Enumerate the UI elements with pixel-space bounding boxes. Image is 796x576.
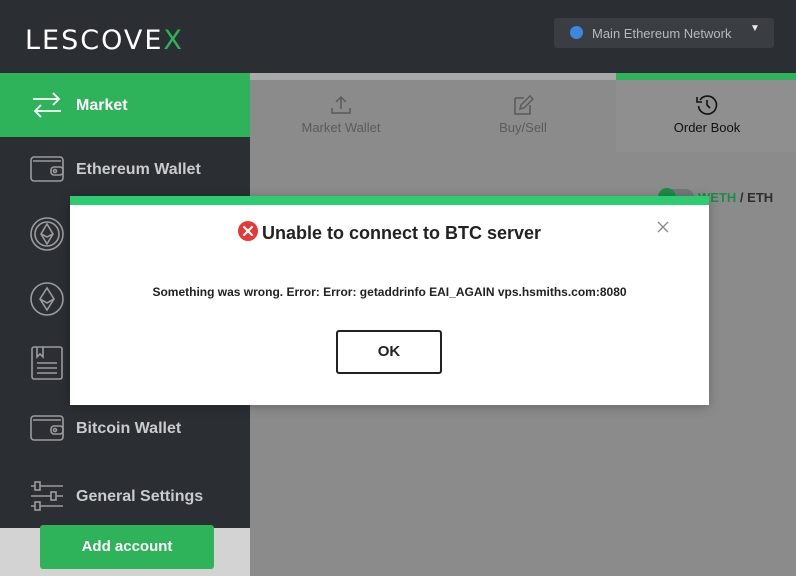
sidebar-item-ethereum-wallet[interactable]: Ethereum Wallet <box>0 137 250 201</box>
dialog-title: Unable to connect to BTC server <box>261 223 542 243</box>
add-account-button[interactable]: Add account <box>40 525 214 569</box>
pair-quote: ETH <box>747 190 774 205</box>
app-logo: LESCOVEX <box>25 25 184 56</box>
ok-button[interactable]: OK <box>336 330 442 374</box>
sidebar-item-label: Bitcoin Wallet <box>76 420 182 437</box>
ethereum-icon <box>30 282 64 316</box>
sliders-icon <box>31 481 63 511</box>
network-label: Main Ethereum Network <box>592 26 732 41</box>
sidebar-item-label: Ethereum Wallet <box>76 161 201 178</box>
sidebar-item-label: General Settings <box>76 488 204 505</box>
dialog-message: Something was wrong. Error: Error: getad… <box>152 285 627 299</box>
wallet-icon <box>30 156 64 182</box>
sidebar-item-label: Market <box>76 97 128 114</box>
tab-label: Market Wallet <box>301 120 381 135</box>
sidebar-item-bitcoin-wallet[interactable]: Bitcoin Wallet <box>0 396 250 460</box>
history-icon <box>696 95 718 115</box>
tab-label: Order Book <box>673 120 741 135</box>
network-selector[interactable]: Main Ethereum Network ▼ <box>554 18 774 48</box>
network-status-dot <box>570 26 583 39</box>
sidebar-item-general-settings[interactable]: General Settings <box>0 464 250 528</box>
error-icon <box>237 221 258 241</box>
tab-market-wallet[interactable]: Market Wallet <box>250 80 432 152</box>
top-header: LESCOVEX Main Ethereum Network ▼ <box>0 0 796 73</box>
upload-icon <box>331 95 351 114</box>
tab-buy-sell[interactable]: Buy/Sell <box>432 80 614 152</box>
pair-separator: / <box>739 190 744 205</box>
market-arrows-icon <box>33 92 61 118</box>
dialog-accent-bar <box>70 196 709 205</box>
token-coin-icon <box>30 217 64 251</box>
tab-bar: Market Wallet Buy/Sell Order Book <box>250 80 796 152</box>
sidebar-item-market[interactable]: Market <box>0 73 250 137</box>
wallet-icon <box>30 415 64 441</box>
trading-pair: WETH / ETH <box>698 190 773 205</box>
tab-order-book[interactable]: Order Book <box>616 80 796 152</box>
tab-label: Buy/Sell <box>499 120 547 135</box>
chevron-down-icon: ▼ <box>750 23 760 34</box>
error-dialog: Unable to connect to BTC server Somethin… <box>70 196 709 405</box>
edit-icon <box>514 94 534 115</box>
dialog-header: Unable to connect to BTC server <box>70 221 709 244</box>
ledger-book-icon <box>31 346 63 380</box>
active-tab-indicator <box>616 73 796 80</box>
